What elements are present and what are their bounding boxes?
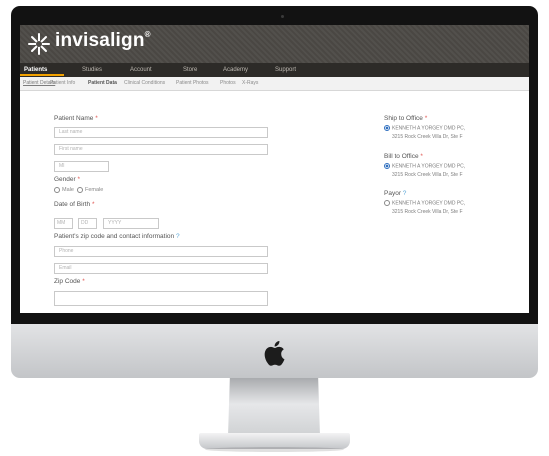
- apple-logo-icon: [264, 341, 285, 366]
- gender-radio-male[interactable]: Male: [54, 187, 74, 193]
- crumb-patient-info[interactable]: Patient Info: [50, 77, 75, 90]
- crumb-patient-photos[interactable]: Patient Photos: [176, 77, 209, 90]
- brand-logo[interactable]: invisalign®: [55, 30, 151, 52]
- email-input[interactable]: Email: [54, 263, 268, 274]
- gender-radio-female[interactable]: Female: [76, 187, 103, 193]
- contact-info-label: Patient's zip code and contact informati…: [54, 233, 180, 240]
- middle-initial-input[interactable]: MI: [54, 161, 109, 172]
- crumb-clinical-conditions[interactable]: Clinical Conditions: [124, 77, 165, 90]
- ship-to-office-label: Ship to Office *: [384, 115, 428, 122]
- monitor-stand: [228, 378, 320, 436]
- patient-name-label: Patient Name *: [54, 115, 98, 122]
- crumb-patient-data[interactable]: Patient Data: [88, 77, 117, 90]
- zip-code-label: Zip Code *: [54, 278, 85, 285]
- nav-accent-bar: [20, 74, 64, 76]
- ship-to-office-address: 3215 Rock Creek Villa Dr, Ste F: [392, 134, 463, 140]
- crumb-photos[interactable]: Photos: [220, 77, 236, 90]
- header-bar: invisalign®: [20, 25, 529, 63]
- bill-to-office-label: Bill to Office *: [384, 153, 423, 160]
- dob-label: Date of Birth *: [54, 201, 95, 208]
- breadcrumb: Patient Details Patient Info Patient Dat…: [20, 77, 529, 91]
- payor-label: Payor ?: [384, 190, 407, 197]
- camera-dot: [281, 15, 284, 18]
- stand-shadow: [205, 447, 344, 452]
- crumb-xrays[interactable]: X-Rays: [242, 77, 258, 90]
- star-burst-icon: [28, 33, 50, 55]
- zip-code-input[interactable]: [54, 291, 268, 306]
- bill-to-office-option[interactable]: KENNETH A YORGEY DMD PC,: [384, 163, 465, 169]
- payor-address: 3215 Rock Creek Villa Dr, Ste F: [392, 209, 463, 215]
- dob-day-input[interactable]: DD: [78, 218, 97, 229]
- bill-to-office-address: 3215 Rock Creek Villa Dr, Ste F: [392, 172, 463, 178]
- last-name-input[interactable]: Last name: [54, 127, 268, 138]
- payor-option[interactable]: KENNETH A YORGEY DMD PC,: [384, 200, 465, 206]
- dob-month-input[interactable]: MM: [54, 218, 73, 229]
- first-name-input[interactable]: First name: [54, 144, 268, 155]
- gender-options: Male Female: [54, 187, 103, 193]
- ship-to-office-option[interactable]: KENNETH A YORGEY DMD PC,: [384, 125, 465, 131]
- dob-year-input[interactable]: YYYY: [103, 218, 159, 229]
- gender-label: Gender *: [54, 176, 81, 183]
- screen: invisalign® Patients Studies Account Sto…: [20, 25, 529, 313]
- phone-input[interactable]: Phone: [54, 246, 268, 257]
